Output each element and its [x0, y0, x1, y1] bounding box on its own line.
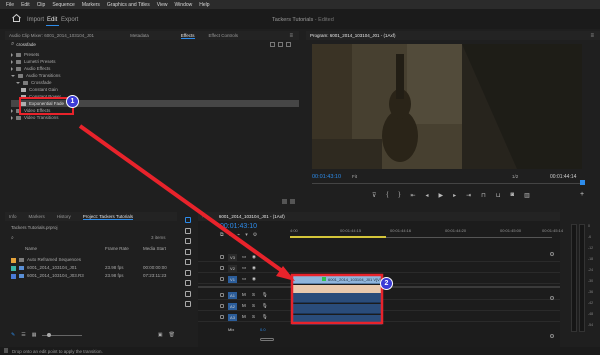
step-badge-2: 2 — [380, 277, 393, 290]
callout-arrow — [78, 124, 287, 275]
callout-box-clip — [290, 273, 384, 325]
annotation-overlay — [19, 97, 384, 325]
step-badge-1: 1 — [66, 95, 79, 108]
